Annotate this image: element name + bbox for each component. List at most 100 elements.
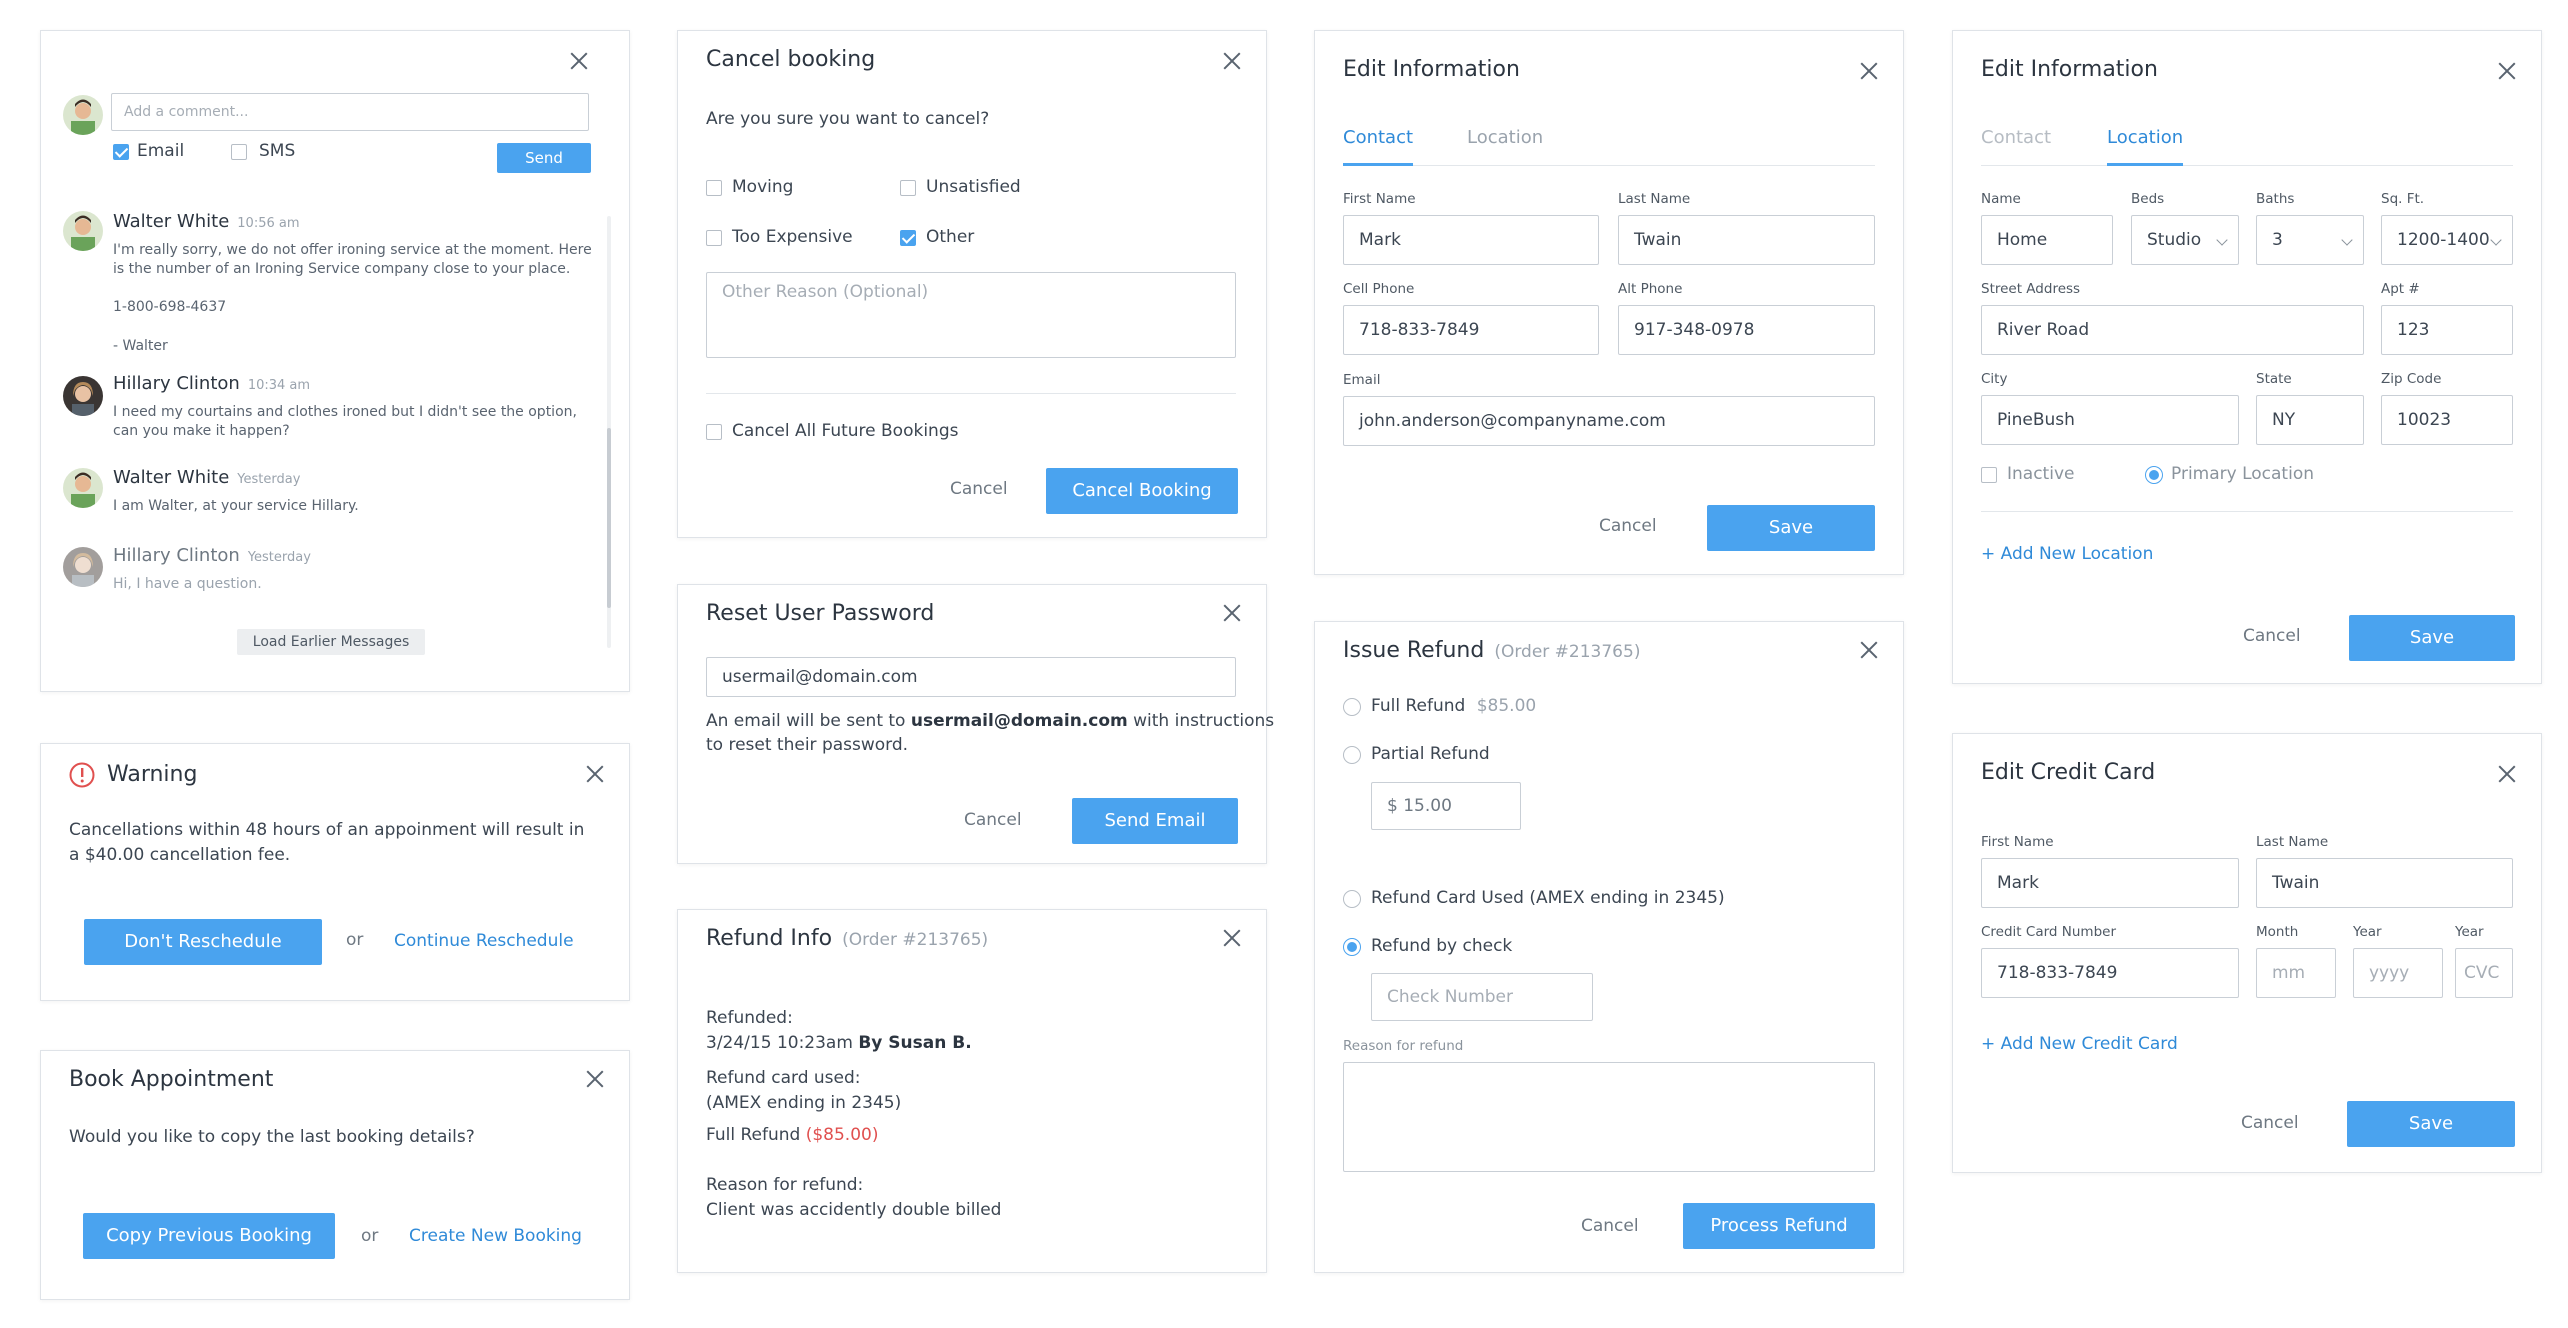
check-number-input[interactable]: Check Number: [1371, 973, 1593, 1021]
send-email-button[interactable]: Send Email: [1072, 798, 1238, 844]
cancel-button[interactable]: Cancel: [1599, 516, 1657, 536]
last-name-label: Last Name: [1618, 191, 1691, 207]
close-icon[interactable]: [569, 51, 589, 71]
sqft-label: Sq. Ft.: [2381, 191, 2425, 207]
chat-scrollbar[interactable]: [607, 216, 611, 648]
zip-input[interactable]: 10023: [2381, 395, 2513, 445]
unsatisfied-checkbox[interactable]: [900, 180, 916, 196]
email-checkbox-label: Email: [137, 141, 185, 161]
reason-label: Reason for refund: [1343, 1038, 1464, 1054]
refund-info-card: Refund Info (Order #213765) Refunded: 3/2…: [677, 909, 1267, 1273]
close-icon[interactable]: [1859, 61, 1879, 81]
inactive-checkbox[interactable]: [1981, 467, 1997, 483]
cvc-input[interactable]: CVC: [2455, 948, 2513, 998]
book-message: Would you like to copy the last booking …: [69, 1127, 475, 1147]
create-new-booking-link[interactable]: Create New Booking: [409, 1226, 582, 1246]
other-reason-textarea[interactable]: Other Reason (Optional): [706, 272, 1236, 358]
sms-checkbox-label: SMS: [259, 141, 296, 161]
city-input[interactable]: PineBush: [1981, 395, 2239, 445]
apt-input[interactable]: 123: [2381, 305, 2513, 355]
message-body: I am Walter, at your service Hillary.: [113, 498, 359, 514]
state-input[interactable]: NY: [2256, 395, 2364, 445]
name-label: Name: [1981, 191, 2021, 207]
too-expensive-checkbox[interactable]: [706, 230, 722, 246]
year-input[interactable]: yyyy: [2353, 948, 2443, 998]
load-earlier-button[interactable]: Load Earlier Messages: [237, 629, 425, 655]
divider: [1981, 511, 2513, 512]
primary-location-radio[interactable]: [2145, 466, 2163, 484]
alt-phone-input[interactable]: 917-348-0978: [1618, 305, 1875, 355]
add-credit-card-link[interactable]: + Add New Credit Card: [1981, 1034, 2178, 1054]
refund-check-radio[interactable]: [1343, 938, 1361, 956]
full-refund-radio[interactable]: [1343, 698, 1361, 716]
tab-contact[interactable]: Contact: [1981, 127, 2051, 148]
cell-phone-input[interactable]: 718-833-7849: [1343, 305, 1599, 355]
refund-card-radio[interactable]: [1343, 890, 1361, 908]
credit-card-title: Edit Credit Card: [1981, 760, 2156, 785]
first-name-input[interactable]: Mark: [1343, 215, 1599, 265]
process-refund-button[interactable]: Process Refund: [1683, 1203, 1875, 1249]
card-number-input[interactable]: 718-833-7849: [1981, 948, 2239, 998]
sms-checkbox[interactable]: [231, 144, 247, 160]
cancel-button[interactable]: Cancel: [950, 479, 1008, 499]
partial-refund-radio[interactable]: [1343, 746, 1361, 764]
chevron-down-icon: [2490, 234, 2502, 246]
tab-location[interactable]: Location: [1467, 127, 1543, 148]
send-button[interactable]: Send: [497, 143, 591, 173]
edit-location-card: Edit Information Contact Location Name H…: [1952, 30, 2542, 684]
reset-email-input[interactable]: usermail@domain.com: [706, 657, 1236, 697]
cancel-button[interactable]: Cancel: [2243, 626, 2301, 646]
baths-select[interactable]: 3: [2256, 215, 2364, 265]
partial-amount-input[interactable]: $ 15.00: [1371, 782, 1521, 830]
tab-location[interactable]: Location: [2107, 127, 2183, 148]
message-author: Hillary Clinton 10:34 am: [113, 373, 311, 394]
message-author: Walter White Yesterday: [113, 467, 301, 488]
email-input[interactable]: john.anderson@companyname.com: [1343, 396, 1875, 446]
warning-icon: [69, 762, 95, 788]
avatar: [63, 376, 103, 416]
first-name-label: First Name: [1343, 191, 1416, 207]
tab-contact[interactable]: Contact: [1343, 127, 1413, 148]
message-author: Hillary Clinton Yesterday: [113, 545, 311, 566]
close-icon[interactable]: [1222, 603, 1242, 623]
cancel-button[interactable]: Cancel: [2241, 1113, 2299, 1133]
close-icon[interactable]: [1222, 51, 1242, 71]
email-checkbox[interactable]: [113, 144, 129, 160]
name-input[interactable]: Home: [1981, 215, 2113, 265]
sqft-select[interactable]: 1200-1400: [2381, 215, 2513, 265]
close-icon[interactable]: [585, 1069, 605, 1089]
cancel-button[interactable]: Cancel: [964, 810, 1022, 830]
close-icon[interactable]: [585, 764, 605, 784]
moving-checkbox[interactable]: [706, 180, 722, 196]
year-label: Year: [2353, 924, 2382, 940]
message-body: I need my courtains and clothes ironed b…: [113, 404, 577, 439]
add-location-link[interactable]: + Add New Location: [1981, 544, 2153, 564]
cancel-booking-button[interactable]: Cancel Booking: [1046, 468, 1238, 514]
save-button[interactable]: Save: [1707, 505, 1875, 551]
reason-label: Reason for refund:: [706, 1175, 864, 1195]
last-name-label: Last Name: [2256, 834, 2329, 850]
cancel-future-checkbox[interactable]: [706, 424, 722, 440]
cancel-button[interactable]: Cancel: [1581, 1216, 1639, 1236]
warning-card: Warning Cancellations within 48 hours of…: [40, 743, 630, 1001]
first-name-input[interactable]: Mark: [1981, 858, 2239, 908]
last-name-input[interactable]: Twain: [2256, 858, 2513, 908]
last-name-input[interactable]: Twain: [1618, 215, 1875, 265]
copy-previous-booking-button[interactable]: Copy Previous Booking: [83, 1213, 335, 1259]
save-button[interactable]: Save: [2349, 615, 2515, 661]
reset-password-card: Reset User Password usermail@domain.com …: [677, 584, 1274, 864]
continue-reschedule-link[interactable]: Continue Reschedule: [394, 931, 574, 951]
close-icon[interactable]: [2497, 61, 2517, 81]
street-input[interactable]: River Road: [1981, 305, 2364, 355]
comment-input[interactable]: Add a comment...: [111, 93, 589, 131]
close-icon[interactable]: [1222, 928, 1242, 948]
close-icon[interactable]: [2497, 764, 2517, 784]
reason-textarea[interactable]: [1343, 1062, 1875, 1172]
close-icon[interactable]: [1859, 640, 1879, 660]
dont-reschedule-button[interactable]: Don't Reschedule: [84, 919, 322, 965]
month-input[interactable]: mm: [2256, 948, 2336, 998]
other-checkbox[interactable]: [900, 230, 916, 246]
refunded-date: 3/24/15 10:23am By Susan B.: [706, 1033, 972, 1053]
beds-select[interactable]: Studio: [2131, 215, 2239, 265]
save-button[interactable]: Save: [2347, 1101, 2515, 1147]
